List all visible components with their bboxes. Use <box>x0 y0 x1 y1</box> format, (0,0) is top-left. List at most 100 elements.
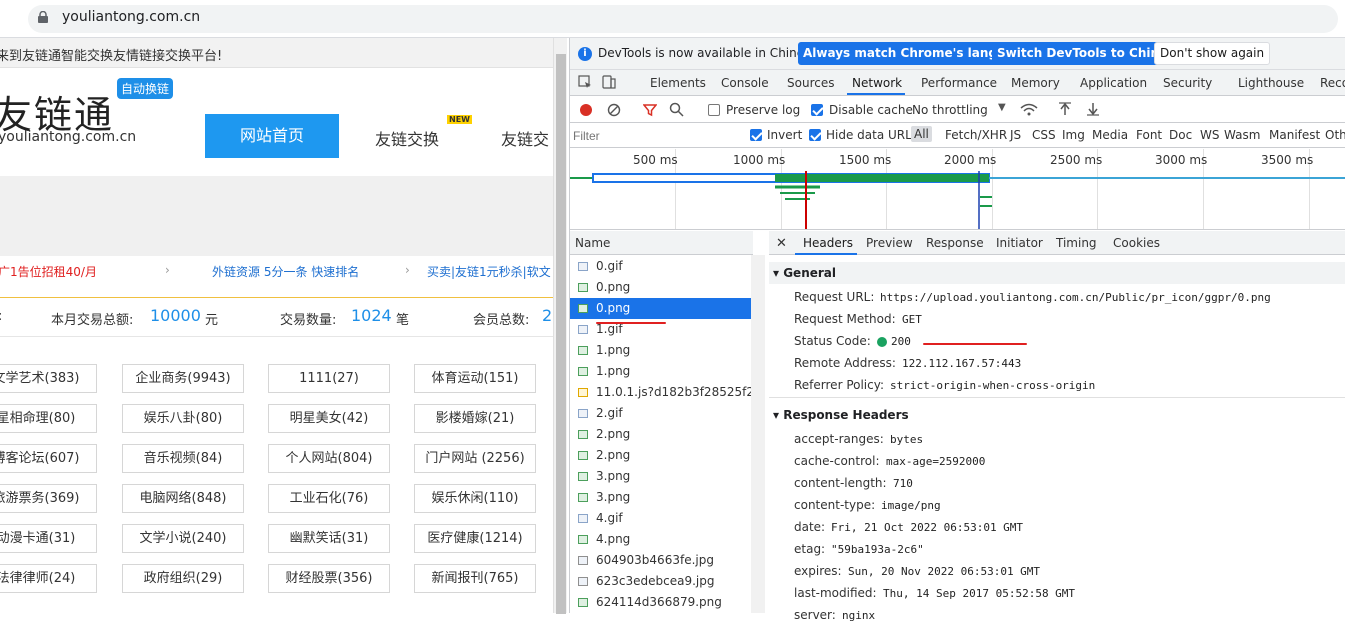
tab-recorder[interactable]: Reco <box>1320 76 1345 90</box>
name-column-header[interactable]: Name <box>575 236 610 250</box>
request-row[interactable]: 4.png <box>570 529 751 550</box>
device-toggle-icon[interactable] <box>602 75 616 89</box>
tab-elements[interactable]: Elements <box>650 76 706 90</box>
request-row[interactable]: 0.png <box>570 277 751 298</box>
general-toggle[interactable]: ▾ General <box>773 266 836 280</box>
request-row[interactable]: 3.png <box>570 487 751 508</box>
type-img[interactable]: Img <box>1062 128 1085 142</box>
category-link[interactable]: 工业石化(76) <box>268 484 390 513</box>
nav-exchange-2[interactable]: 友链交 <box>501 126 549 150</box>
disable-cache-checkbox[interactable] <box>811 104 823 116</box>
nav-exchange[interactable]: 友链交换 <box>375 126 439 150</box>
dont-show-button[interactable]: Don't show again <box>1154 42 1271 65</box>
preserve-log-checkbox[interactable] <box>708 104 720 116</box>
list-header[interactable]: Name <box>570 231 753 255</box>
chevron-down-icon[interactable]: ▼ <box>998 102 1006 113</box>
hide-data-urls-checkbox[interactable] <box>809 129 821 141</box>
category-link[interactable]: 政府组织(29) <box>122 564 244 593</box>
category-link[interactable]: 文学艺术(383) <box>0 364 97 393</box>
type-js[interactable]: JS <box>1010 128 1021 142</box>
request-row[interactable]: 0.png <box>570 298 751 319</box>
request-row[interactable]: 1.png <box>570 340 751 361</box>
tab-memory[interactable]: Memory <box>1011 76 1060 90</box>
request-row[interactable]: 2.gif <box>570 403 751 424</box>
category-link[interactable]: 企业商务(9943) <box>122 364 244 393</box>
type-ws[interactable]: WS <box>1200 128 1219 142</box>
category-link[interactable]: 个人网站(804) <box>268 444 390 473</box>
tab-preview[interactable]: Preview <box>866 236 913 250</box>
tab-response[interactable]: Response <box>926 236 984 250</box>
category-link[interactable]: 电脑网络(848) <box>122 484 244 513</box>
category-link[interactable]: 博客论坛(607) <box>0 444 97 473</box>
type-manifest[interactable]: Manifest <box>1269 128 1320 142</box>
header-value[interactable]: https://upload.youliantong.com.cn/Public… <box>880 291 1271 304</box>
tab-performance[interactable]: Performance <box>921 76 997 90</box>
request-row[interactable]: 0.gif <box>570 256 751 277</box>
category-link[interactable]: 财经股票(356) <box>268 564 390 593</box>
header-value[interactable]: bytes <box>890 433 923 446</box>
request-row[interactable]: 624114d366879.png <box>570 592 751 613</box>
type-all[interactable]: All <box>911 126 932 142</box>
category-link[interactable]: 旅游票务(369) <box>0 484 97 513</box>
category-link[interactable]: 医疗健康(1214) <box>414 524 536 553</box>
network-conditions-icon[interactable] <box>1020 102 1038 116</box>
throttling-select[interactable]: No throttling <box>912 103 988 117</box>
category-link[interactable]: 星相命理(80) <box>0 404 97 433</box>
tab-lighthouse[interactable]: Lighthouse <box>1238 76 1304 90</box>
category-link[interactable]: 体育运动(151) <box>414 364 536 393</box>
type-doc[interactable]: Doc <box>1169 128 1192 142</box>
type-wasm[interactable]: Wasm <box>1224 128 1260 142</box>
nav-home[interactable]: 网站首页 <box>205 114 339 158</box>
page-scrollbar[interactable] <box>553 38 567 614</box>
header-value[interactable]: 200 <box>891 335 911 348</box>
category-link[interactable]: 1111(27) <box>268 364 390 393</box>
import-har-icon[interactable] <box>1058 102 1072 116</box>
record-icon[interactable] <box>579 103 593 117</box>
inspect-icon[interactable] <box>578 75 592 89</box>
header-value[interactable]: "59ba193a-2c6" <box>831 543 924 556</box>
invert-checkbox[interactable] <box>750 129 762 141</box>
tab-cookies[interactable]: Cookies <box>1113 236 1160 250</box>
ticker-item-2[interactable]: 外链资源 5分一条 快速排名 <box>212 263 359 280</box>
category-link[interactable]: 门户网站 (2256) <box>414 444 536 473</box>
header-value[interactable]: Fri, 21 Oct 2022 06:53:01 GMT <box>831 521 1023 534</box>
tab-application[interactable]: Application <box>1080 76 1147 90</box>
tab-timing[interactable]: Timing <box>1056 236 1097 250</box>
tab-network[interactable]: Network <box>852 76 902 90</box>
header-value[interactable]: 710 <box>893 477 913 490</box>
category-link[interactable]: 动漫卡通(31) <box>0 524 97 553</box>
request-row[interactable]: 2.png <box>570 424 751 445</box>
response-headers-toggle[interactable]: ▾ Response Headers <box>773 408 909 422</box>
header-value[interactable]: Thu, 14 Sep 2017 05:52:58 GMT <box>883 587 1075 600</box>
ticker-item-1[interactable]: 广1告位招租40/月 <box>0 263 97 280</box>
close-icon[interactable]: ✕ <box>776 236 787 251</box>
ticker-item-3[interactable]: 买卖|友链1元秒杀|软文 <box>427 263 551 280</box>
export-har-icon[interactable] <box>1086 102 1100 116</box>
list-scrollbar[interactable] <box>751 255 765 613</box>
search-icon[interactable] <box>669 102 684 117</box>
request-row[interactable]: 4.gif <box>570 508 751 529</box>
type-other[interactable]: Oth <box>1325 128 1345 142</box>
type-fetch[interactable]: Fetch/XHR <box>945 128 1007 142</box>
url-text[interactable]: youliantong.com.cn <box>62 9 200 25</box>
tab-console[interactable]: Console <box>721 76 769 90</box>
tab-initiator[interactable]: Initiator <box>996 236 1043 250</box>
header-value[interactable]: max-age=2592000 <box>886 455 985 468</box>
category-link[interactable]: 影楼婚嫁(21) <box>414 404 536 433</box>
category-link[interactable]: 娱乐八卦(80) <box>122 404 244 433</box>
scroll-thumb[interactable] <box>556 54 566 614</box>
category-link[interactable]: 音乐视频(84) <box>122 444 244 473</box>
filter-icon[interactable] <box>643 103 657 117</box>
header-value[interactable]: GET <box>902 313 922 326</box>
header-value[interactable]: nginx <box>842 609 875 622</box>
category-link[interactable]: 法律律师(24) <box>0 564 97 593</box>
tab-sources[interactable]: Sources <box>787 76 834 90</box>
filter-input[interactable] <box>573 126 738 145</box>
request-row[interactable]: 623c3edebcea9.jpg <box>570 571 751 592</box>
omnibox[interactable] <box>28 5 1338 33</box>
request-row[interactable]: 3.png <box>570 466 751 487</box>
category-link[interactable]: 幽默笑话(31) <box>268 524 390 553</box>
category-link[interactable]: 文学小说(240) <box>122 524 244 553</box>
request-row[interactable]: 11.0.1.js?d182b3f28525f2db8 <box>570 382 751 403</box>
type-css[interactable]: CSS <box>1032 128 1056 142</box>
